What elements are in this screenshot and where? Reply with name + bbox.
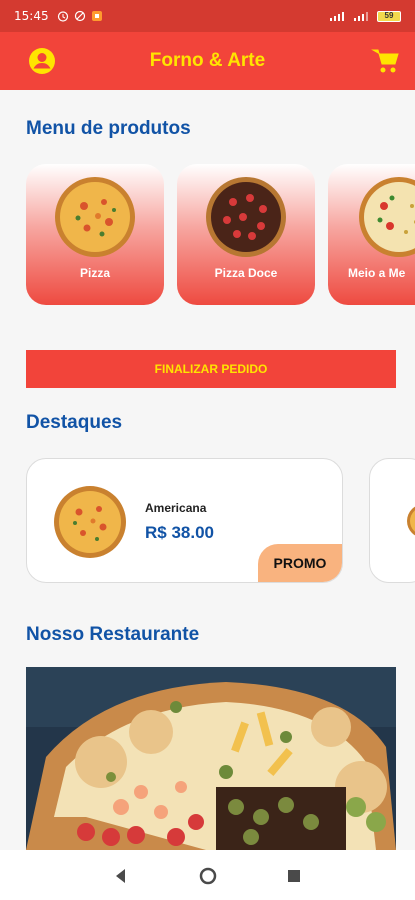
recents-icon[interactable] xyxy=(283,865,305,887)
product-price: R$ 38.00 xyxy=(145,523,214,542)
restaurant-photo xyxy=(26,667,396,850)
status-time: 15:45 xyxy=(14,9,49,23)
cart-icon[interactable] xyxy=(371,46,401,76)
pizza-image xyxy=(407,506,415,536)
pizza-image xyxy=(55,177,135,257)
sweet-pizza-image xyxy=(206,177,286,257)
restaurante-section-title: Nosso Restaurante xyxy=(26,624,200,645)
category-card-pizza[interactable]: Pizza xyxy=(26,164,164,305)
destaque-card[interactable]: Americana R$ 38.00 PROMO xyxy=(26,458,343,583)
product-name: Americana xyxy=(145,501,207,515)
promo-badge: PROMO xyxy=(258,544,342,582)
signal-icon-2 xyxy=(354,12,368,21)
alarm-icon xyxy=(57,11,68,22)
account-icon[interactable] xyxy=(27,46,57,76)
system-navigation-bar xyxy=(0,850,415,900)
category-carousel[interactable]: Pizza Pizza Doce Meio a Me xyxy=(26,164,415,306)
battery-level: 59 xyxy=(384,10,394,20)
category-label: Pizza Doce xyxy=(214,266,278,280)
app-notification-icon xyxy=(91,11,102,21)
app-bar: Forno & Arte xyxy=(0,32,415,90)
menu-section-title: Menu de produtos xyxy=(26,118,191,139)
category-card-meio-a-meio[interactable]: Meio a Me xyxy=(328,164,415,305)
pizza-image xyxy=(54,486,126,558)
finalizar-pedido-button[interactable]: FINALIZAR PEDIDO xyxy=(26,350,396,388)
status-system-icons: 59 xyxy=(329,10,401,22)
half-pizza-image xyxy=(359,177,415,257)
app-title: Forno & Arte xyxy=(149,50,266,71)
destaques-carousel[interactable]: Americana R$ 38.00 PROMO xyxy=(26,458,415,584)
status-notification-icons xyxy=(57,10,103,22)
category-label: Pizza xyxy=(79,266,110,280)
category-card-pizza-doce[interactable]: Pizza Doce xyxy=(177,164,315,305)
home-icon[interactable] xyxy=(197,865,219,887)
battery-icon: 59 xyxy=(377,10,401,22)
status-bar: 15:45 59 xyxy=(0,0,415,32)
sync-icon xyxy=(74,10,85,22)
back-icon[interactable] xyxy=(110,865,132,887)
signal-icon xyxy=(330,12,344,21)
destaques-section-title: Destaques xyxy=(26,412,123,433)
destaque-card-partial[interactable] xyxy=(369,458,415,583)
category-label: Meio a Me xyxy=(348,266,406,280)
